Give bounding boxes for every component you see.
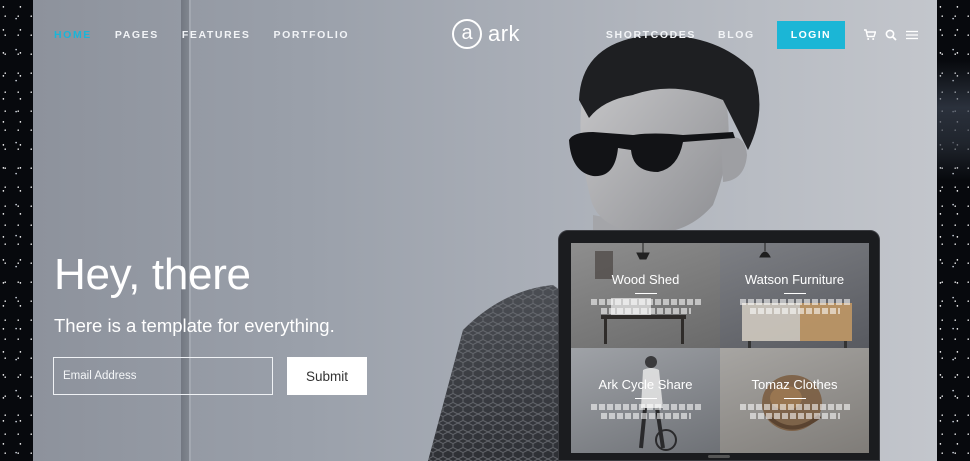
portfolio-tile-wood-shed[interactable]: Wood Shed (571, 243, 720, 348)
tile-title: Wood Shed (611, 271, 680, 287)
hero-subline: There is a template for everything. (54, 315, 335, 336)
nav-home[interactable]: HOME (54, 29, 92, 41)
nav-left-group: HOME PAGES FEATURES PORTFOLIO (54, 29, 349, 41)
nav-shortcodes[interactable]: SHORTCODES (606, 29, 696, 41)
starfield-right (937, 0, 970, 461)
tile-caption-line (739, 298, 850, 305)
ark-cycle-share-image (639, 356, 677, 451)
starfield-left (0, 0, 33, 461)
hero-headline: Hey, there (54, 250, 251, 299)
wood-shed-image (595, 243, 686, 344)
watson-furniture-image (742, 243, 852, 348)
menu-icon[interactable] (905, 28, 919, 42)
portfolio-tile-ark-cycle-share[interactable]: Ark Cycle Share (571, 348, 720, 453)
tile-caption-line (590, 403, 701, 410)
tile-divider (783, 397, 806, 399)
ark-logo[interactable]: a ark (452, 19, 520, 49)
login-button[interactable]: LOGIN (776, 21, 845, 49)
tile-divider (783, 292, 806, 294)
laptop-screen: Wood Shed Watson Furniture Ark Cycle Sha… (571, 243, 869, 453)
email-input[interactable] (53, 357, 273, 395)
tile-title: Ark Cycle Share (598, 376, 693, 392)
nav-portfolio[interactable]: PORTFOLIO (274, 29, 350, 41)
laptop-bezel-badge (708, 455, 730, 458)
tile-caption-line (749, 307, 840, 314)
submit-button[interactable]: Submit (287, 357, 367, 395)
portfolio-tile-tomaz-clothes[interactable]: Tomaz Clothes (720, 348, 869, 453)
logo-text: ark (488, 21, 521, 46)
laptop-mockup: Wood Shed Watson Furniture Ark Cycle Sha… (558, 230, 880, 461)
search-icon[interactable] (884, 28, 898, 42)
tomaz-clothes-image (762, 375, 822, 431)
nav-pages[interactable]: PAGES (115, 29, 159, 41)
tile-caption-line (600, 412, 691, 419)
nav-features[interactable]: FEATURES (182, 29, 251, 41)
tile-title: Watson Furniture (744, 271, 845, 287)
tile-caption-line (600, 307, 691, 314)
tile-divider (634, 292, 657, 294)
cart-icon[interactable] (863, 28, 877, 42)
tile-caption-line (590, 298, 701, 305)
nav-blog[interactable]: BLOG (718, 29, 755, 41)
tile-divider (634, 397, 657, 399)
top-navigation: HOME PAGES FEATURES PORTFOLIO a ark SHOR… (33, 0, 937, 70)
tile-title: Tomaz Clothes (751, 376, 838, 392)
portfolio-tile-watson-furniture[interactable]: Watson Furniture (720, 243, 869, 348)
logo-mark: a (452, 19, 482, 49)
tile-caption-line (739, 403, 850, 410)
tile-caption-line (749, 412, 840, 419)
nav-right-group: SHORTCODES BLOG LOGIN (606, 21, 926, 49)
